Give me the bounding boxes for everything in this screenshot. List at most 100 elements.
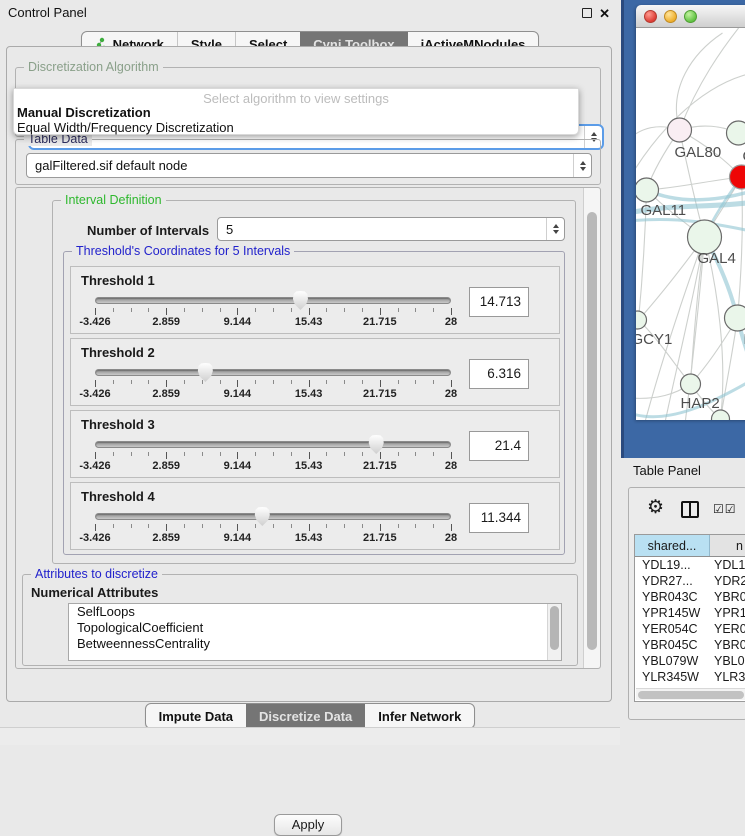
- cell[interactable]: YLR3: [710, 669, 745, 685]
- slider-track[interactable]: [95, 441, 451, 448]
- cell[interactable]: YBR043C: [635, 589, 710, 605]
- threshold-value-field[interactable]: 21.4: [469, 431, 529, 461]
- node-hap2[interactable]: [681, 374, 701, 394]
- cell[interactable]: YBR045C: [635, 637, 710, 653]
- table-row[interactable]: YLR345WYLR3: [635, 669, 745, 685]
- node-gal4[interactable]: [688, 220, 722, 254]
- scrollbar-thumb[interactable]: [587, 212, 597, 650]
- threshold-1-slider[interactable]: -3.4262.8599.14415.4321.71528: [95, 295, 451, 331]
- column-header-name[interactable]: n: [710, 535, 745, 556]
- threshold-value-field[interactable]: 14.713: [469, 287, 529, 317]
- column-header-shared-name[interactable]: shared...: [635, 535, 710, 556]
- network-window[interactable]: GAL80 GA C GAL11 GAL4 GCY1 H HAP2: [636, 5, 745, 420]
- tick-mark: [237, 524, 238, 531]
- horizontal-scrollbar[interactable]: [636, 688, 745, 700]
- node-gal11[interactable]: [636, 178, 659, 202]
- stepper-icon[interactable]: [573, 154, 591, 177]
- cell[interactable]: YER0: [710, 621, 745, 637]
- table-row[interactable]: YBR045CYBR0: [635, 637, 745, 653]
- apply-button[interactable]: Apply: [274, 814, 342, 836]
- num-intervals-combobox[interactable]: 5: [217, 217, 565, 241]
- tick-label: 21.715: [363, 388, 397, 400]
- tick-mark: [380, 308, 381, 315]
- group-title: Interval Definition: [61, 193, 166, 207]
- cell[interactable]: YDR27...: [635, 573, 710, 589]
- cell[interactable]: YER054C: [635, 621, 710, 637]
- dropdown-option-manual[interactable]: Manual Discretization: [14, 105, 578, 120]
- tick-mark: [344, 380, 345, 384]
- tick-mark: [309, 308, 310, 315]
- table-row[interactable]: YPR145WYPR1: [635, 605, 745, 621]
- threshold-2-slider[interactable]: -3.4262.8599.14415.4321.71528: [95, 367, 451, 403]
- tick-label: 28: [445, 460, 457, 472]
- network-window-titlebar[interactable]: [636, 5, 745, 28]
- node-gal80[interactable]: [668, 118, 692, 142]
- tick-mark: [415, 524, 416, 528]
- tick-mark: [433, 308, 434, 312]
- network-canvas[interactable]: GAL80 GA C GAL11 GAL4 GCY1 H HAP2: [636, 28, 745, 420]
- tick-mark: [433, 380, 434, 384]
- list-item[interactable]: SelfLoops: [69, 604, 561, 620]
- scrollbar-thumb[interactable]: [638, 691, 744, 699]
- tab-infer-network[interactable]: Infer Network: [365, 704, 474, 728]
- column-layout-icon[interactable]: [681, 501, 699, 518]
- list-item[interactable]: TopologicalCoefficient: [69, 620, 561, 636]
- table-row[interactable]: YBL079WYBL0: [635, 653, 745, 669]
- tick-mark: [398, 308, 399, 312]
- node-right-mid[interactable]: [725, 305, 745, 331]
- threshold-value-field[interactable]: 6.316: [469, 359, 529, 389]
- tick-mark: [131, 380, 132, 384]
- checkbox-icons[interactable]: ☑☑: [713, 502, 737, 516]
- table-row[interactable]: YER054CYER0: [635, 621, 745, 637]
- tick-mark: [166, 524, 167, 531]
- slider-track[interactable]: [95, 513, 451, 520]
- attributes-list[interactable]: SelfLoops TopologicalCoefficient Between…: [68, 603, 562, 661]
- cell[interactable]: YLR345W: [635, 669, 710, 685]
- cell[interactable]: YDL1: [710, 557, 745, 573]
- close-traffic-light-icon[interactable]: [644, 10, 657, 23]
- slider-track[interactable]: [95, 297, 451, 304]
- tick-mark: [433, 524, 434, 528]
- list-item[interactable]: BetweennessCentrality: [69, 636, 561, 652]
- table-row[interactable]: YDL19...YDL1: [635, 557, 745, 573]
- vertical-scrollbar[interactable]: [583, 188, 600, 668]
- zoom-traffic-light-icon[interactable]: [684, 10, 697, 23]
- attributes-group: Attributes to discretize Numerical Attri…: [22, 574, 578, 666]
- dropdown-option-equal-width[interactable]: Equal Width/Frequency Discretization: [14, 120, 578, 135]
- cell[interactable]: YPR1: [710, 605, 745, 621]
- cell[interactable]: YDL19...: [635, 557, 710, 573]
- node-red-selected[interactable]: [730, 165, 745, 189]
- cell[interactable]: YBL079W: [635, 653, 710, 669]
- table-data-combobox[interactable]: galFiltered.sif default node: [26, 153, 592, 178]
- scrollbar-thumb[interactable]: [550, 606, 559, 650]
- bottom-tab-group: Impute Data Discretize Data Infer Networ…: [145, 703, 476, 729]
- threshold-4-slider[interactable]: -3.4262.8599.14415.4321.71528: [95, 511, 451, 547]
- group-title: Discretization Algorithm: [24, 60, 163, 74]
- table-row[interactable]: YBR043CYBR0: [635, 589, 745, 605]
- cell[interactable]: YDR2: [710, 573, 745, 589]
- tick-row: [95, 452, 451, 459]
- threshold-3-slider[interactable]: -3.4262.8599.14415.4321.71528: [95, 439, 451, 475]
- threshold-value-field[interactable]: 11.344: [469, 503, 529, 533]
- cell[interactable]: YPR145W: [635, 605, 710, 621]
- cell[interactable]: YBL0: [710, 653, 745, 669]
- slider-track[interactable]: [95, 369, 451, 376]
- cyni-toolbox-content: Discretization Algorithm Select algorith…: [6, 46, 612, 702]
- cell[interactable]: YBR0: [710, 589, 745, 605]
- close-icon[interactable]: ✕: [599, 6, 610, 22]
- tick-label: 28: [445, 388, 457, 400]
- float-window-icon[interactable]: [582, 8, 592, 18]
- stepper-icon[interactable]: [546, 218, 564, 240]
- tab-discretize-data[interactable]: Discretize Data: [246, 704, 365, 728]
- list-scrollbar[interactable]: [547, 604, 561, 660]
- tick-mark: [326, 308, 327, 312]
- gear-icon[interactable]: ⚙: [647, 496, 664, 519]
- tick-mark: [380, 452, 381, 459]
- tab-impute-data[interactable]: Impute Data: [146, 704, 246, 728]
- table-row[interactable]: YDR27...YDR2: [635, 573, 745, 589]
- cell[interactable]: YBR0: [710, 637, 745, 653]
- tick-mark: [309, 524, 310, 531]
- node-top-right[interactable]: [727, 121, 745, 145]
- minimize-traffic-light-icon[interactable]: [664, 10, 677, 23]
- tick-mark: [362, 308, 363, 312]
